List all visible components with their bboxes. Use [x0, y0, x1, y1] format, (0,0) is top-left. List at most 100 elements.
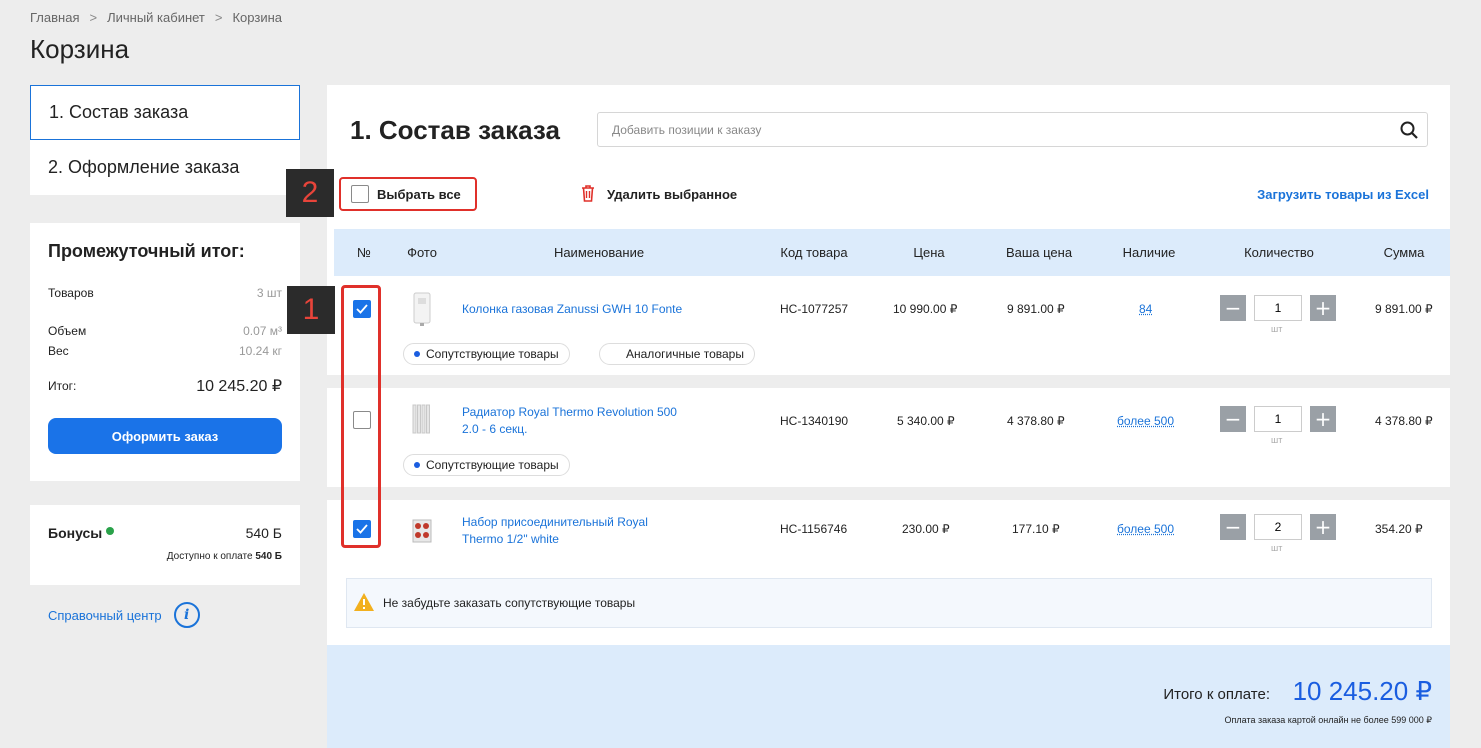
table-row: Колонка газовая Zanussi GWH 10 Fonte НС-… — [334, 276, 1450, 375]
product-sum: 9 891.00 ₽ — [1375, 302, 1433, 316]
order-composition-panel: 1. Состав заказа Выбрать все Удалить выб… — [327, 85, 1450, 748]
minus-button[interactable]: − — [1220, 514, 1246, 540]
volume-label: Объем — [48, 324, 87, 338]
items-value: 3 шт — [256, 286, 282, 300]
page-title: Корзина — [30, 34, 130, 64]
search-icon[interactable] — [1391, 121, 1427, 139]
notice-text: Не забудьте заказать сопутствующие товар… — [383, 596, 636, 610]
quantity-unit: шт — [1271, 324, 1283, 334]
related-products-chip[interactable]: Сопутствующие товары — [403, 454, 570, 476]
product-sum: 4 378.80 ₽ — [1375, 414, 1433, 428]
chip-label: Сопутствующие товары — [426, 347, 559, 361]
upload-excel-link[interactable]: Загрузить товары из Excel — [1257, 177, 1429, 211]
col-code: Код товара — [780, 245, 848, 260]
quantity-input[interactable] — [1254, 514, 1302, 540]
add-item-search-input[interactable] — [612, 122, 1391, 137]
availability-link[interactable]: 84 — [1139, 302, 1152, 316]
annotation-marker-2: 2 — [286, 169, 334, 217]
product-photo[interactable] — [411, 402, 433, 436]
delete-selected-button[interactable]: Удалить выбранное — [581, 177, 737, 211]
quantity-stepper: − + — [1220, 406, 1336, 432]
product-name-line[interactable]: Thermo 1/2" white — [462, 531, 648, 548]
weight-row: Вес 10.24 кг — [48, 344, 282, 358]
breadcrumb-separator: > — [89, 10, 98, 25]
annotation-marker-1: 1 — [287, 286, 335, 334]
total-row: Итог: 10 245.20 ₽ — [48, 376, 282, 396]
product-photo[interactable] — [411, 292, 433, 326]
toolbar: Выбрать все Удалить выбранное Загрузить … — [339, 177, 1439, 211]
breadcrumb-separator: > — [214, 10, 223, 25]
payment-limit-note: Оплата заказа картой онлайн не более 599… — [1224, 715, 1432, 725]
availability-link[interactable]: более 500 — [1117, 414, 1174, 428]
col-your-price: Ваша цена — [1005, 245, 1073, 260]
help-center-link[interactable]: Справочный центр i — [48, 602, 200, 628]
minus-button[interactable]: − — [1220, 295, 1246, 321]
col-number: № — [357, 245, 371, 260]
breadcrumb-home[interactable]: Главная — [30, 10, 79, 25]
product-name-link[interactable]: Радиатор Royal Thermo Revolution 500 2.0… — [462, 404, 677, 438]
subtotal-title: Промежуточный итог: — [48, 241, 245, 261]
similar-products-chip[interactable]: Аналогичные товары — [599, 343, 755, 365]
help-center-label[interactable]: Справочный центр — [48, 608, 162, 623]
product-name-line[interactable]: Колонка газовая Zanussi GWH 10 Fonte — [462, 302, 682, 316]
bonus-available-text: Доступно к оплате — [166, 551, 253, 562]
breadcrumb: Главная > Личный кабинет > Корзина — [30, 10, 282, 25]
trash-icon — [581, 184, 595, 205]
quantity-input[interactable] — [1254, 406, 1302, 432]
plus-button[interactable]: + — [1310, 514, 1336, 540]
warning-icon — [353, 592, 375, 615]
step-order-checkout[interactable]: 2. Оформление заказа — [30, 140, 300, 195]
minus-button[interactable]: − — [1220, 406, 1246, 432]
quantity-stepper: − + — [1220, 514, 1336, 540]
product-name-line[interactable]: Набор присоединительный Royal — [462, 514, 648, 531]
breadcrumb-account[interactable]: Личный кабинет — [107, 10, 205, 25]
checkout-button[interactable]: Оформить заказ — [48, 418, 282, 454]
section-title: 1. Состав заказа — [350, 115, 560, 145]
chip-label: Аналогичные товары — [626, 347, 744, 361]
product-price: 230.00 ₽ — [902, 522, 950, 536]
info-icon[interactable]: i — [173, 602, 200, 628]
col-name: Наименование — [553, 245, 645, 260]
quantity-stepper: − + — [1220, 295, 1336, 321]
product-photo[interactable] — [411, 514, 433, 548]
bonus-value: 540 Б — [245, 525, 282, 541]
weight-value: 10.24 кг — [239, 344, 282, 358]
dot-icon — [414, 462, 420, 468]
total-label: Итог: — [48, 379, 77, 393]
product-name-line[interactable]: 2.0 - 6 секц. — [462, 421, 677, 438]
related-products-chip[interactable]: Сопутствующие товары — [403, 343, 570, 365]
bonus-coin-icon — [106, 527, 115, 535]
volume-row: Объем 0.07 м³ — [48, 324, 282, 338]
product-name-link[interactable]: Набор присоединительный Royal Thermo 1/2… — [462, 514, 648, 548]
row-divider — [327, 375, 1450, 388]
quantity-input[interactable] — [1254, 295, 1302, 321]
product-code: НС-1156746 — [780, 522, 848, 536]
col-availability: Наличие — [1122, 245, 1176, 260]
checkout-steps: 1. Состав заказа 2. Оформление заказа — [30, 85, 300, 195]
quantity-unit: шт — [1271, 435, 1283, 445]
total-to-pay-value: 10 245.20 ₽ — [1292, 676, 1432, 706]
product-your-price: 9 891.00 ₽ — [1007, 302, 1065, 316]
product-name-link[interactable]: Колонка газовая Zanussi GWH 10 Fonte — [462, 301, 682, 318]
product-your-price: 177.10 ₽ — [1012, 522, 1060, 536]
items-row: Товаров 3 шт — [48, 286, 282, 300]
product-name-line[interactable]: Радиатор Royal Thermo Revolution 500 — [462, 404, 677, 421]
quantity-unit: шт — [1271, 543, 1283, 553]
volume-value: 0.07 м³ — [243, 324, 282, 338]
checkbox-icon[interactable] — [351, 185, 369, 203]
total-value: 10 245.20 ₽ — [196, 378, 282, 395]
plus-button[interactable]: + — [1310, 295, 1336, 321]
col-price: Цена — [913, 245, 945, 260]
col-photo: Фото — [407, 245, 437, 260]
select-all-checkbox[interactable]: Выбрать все — [339, 177, 477, 211]
chip-label: Сопутствующие товары — [426, 458, 559, 472]
product-code: НС-1077257 — [780, 302, 849, 316]
availability-link[interactable]: более 500 — [1117, 522, 1174, 536]
step-order-composition[interactable]: 1. Состав заказа — [30, 85, 300, 140]
table-row: Набор присоединительный Royal Thermo 1/2… — [334, 500, 1450, 565]
plus-button[interactable]: + — [1310, 406, 1336, 432]
table-header: № Фото Наименование Код товара Цена Ваша… — [334, 229, 1450, 276]
subtotal-panel: Промежуточный итог: Товаров 3 шт Объем 0… — [30, 223, 300, 481]
select-all-label: Выбрать все — [377, 186, 461, 202]
col-sum: Сумма — [1383, 245, 1425, 260]
